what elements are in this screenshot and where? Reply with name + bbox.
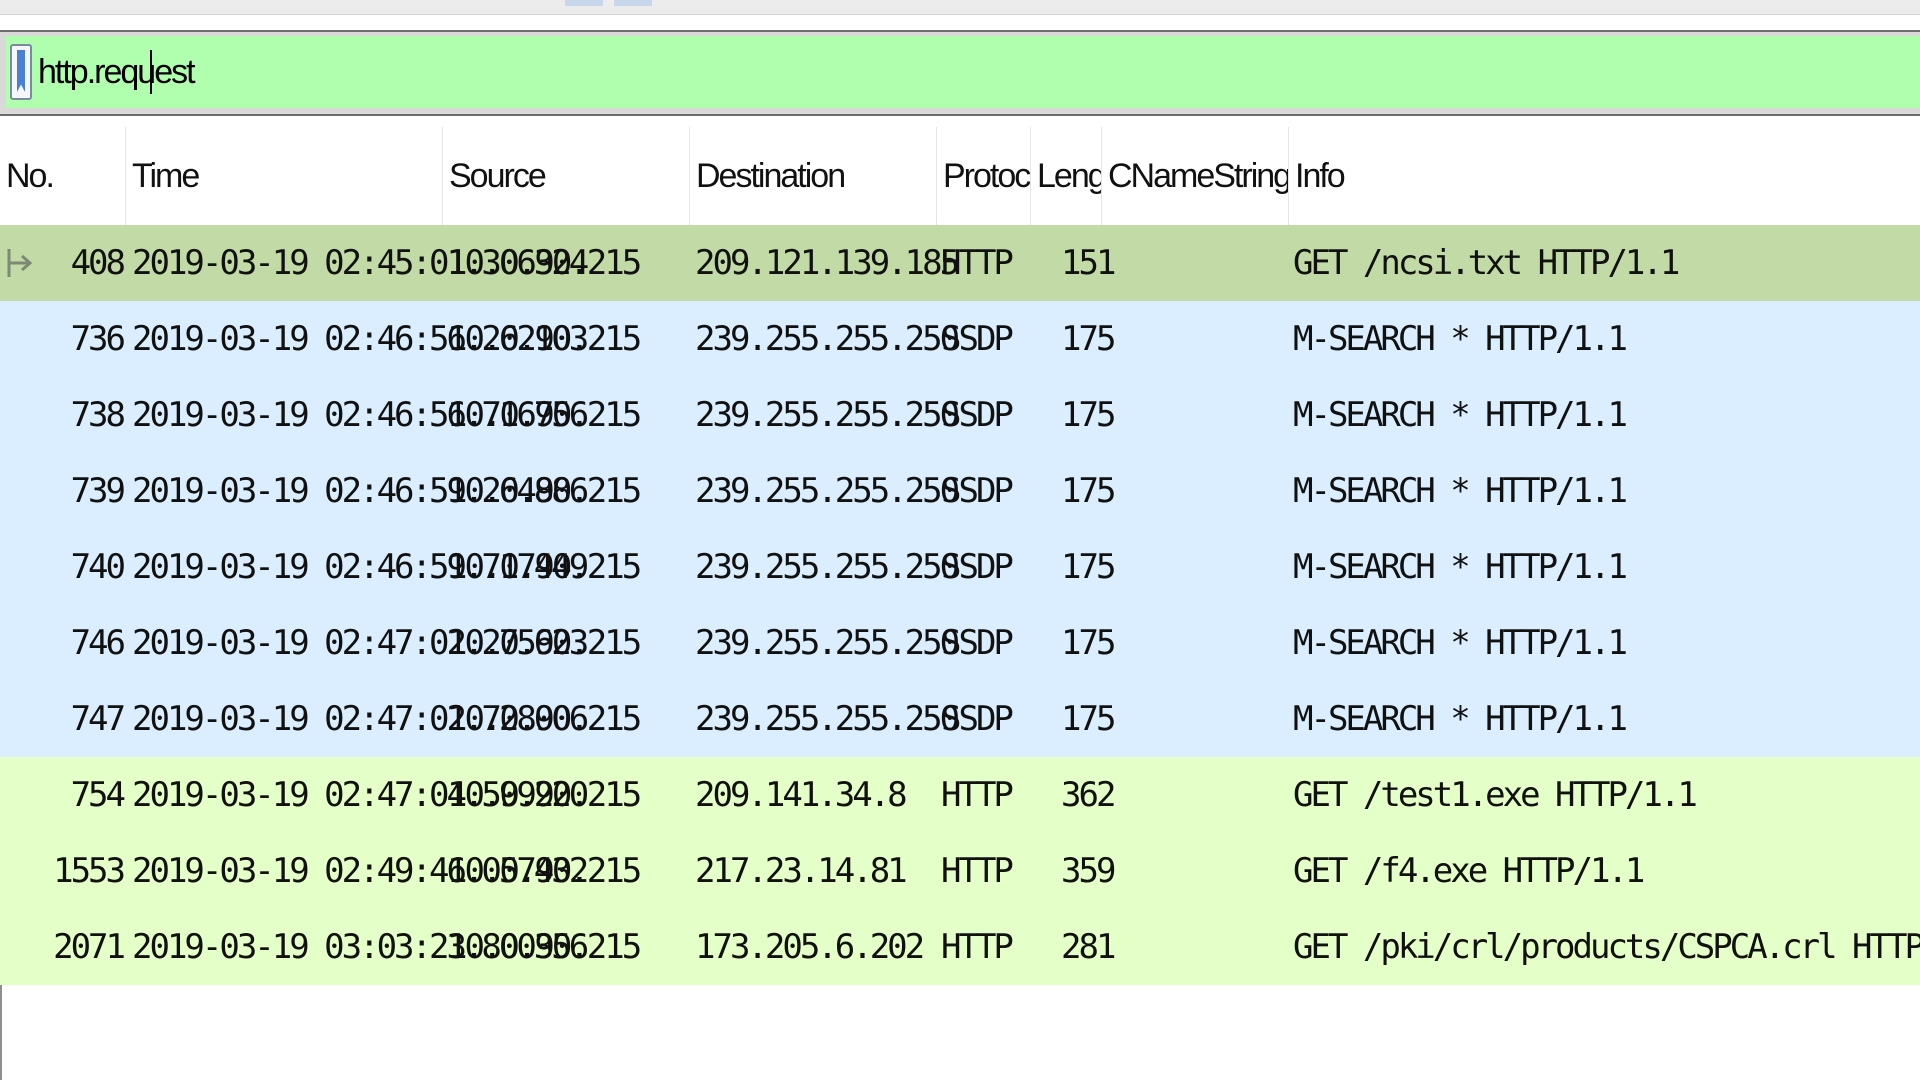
cell-length: 175 — [1061, 699, 1116, 739]
packet-row[interactable]: 738 2019-03-19 02:46:56.716756 10.0.90.215… — [0, 377, 1920, 453]
column-header-protocol[interactable]: Protocol — [937, 127, 1031, 225]
packet-row[interactable]: 740 2019-03-19 02:46:59.717449 10.0.90.215… — [0, 529, 1920, 605]
cell-source: 10.0.90.215 — [447, 775, 642, 815]
cell-destination: 239.255.255.250 — [695, 547, 960, 587]
packet-row[interactable]: 2071 2019-03-19 03:03:23.800356 10.0.90.21… — [0, 909, 1920, 985]
column-header-length[interactable]: Length — [1031, 127, 1102, 225]
cell-length: 359 — [1061, 851, 1116, 891]
packet-row[interactable]: 408 2019-03-19 02:45:01.306324 10.0.90.215… — [0, 225, 1920, 301]
packet-row[interactable]: 739 2019-03-19 02:46:59.264886 10.0.90.215… — [0, 453, 1920, 529]
cell-protocol: SSDP — [941, 395, 1014, 435]
cell-no: 746 — [70, 623, 126, 663]
cell-destination: 239.255.255.250 — [695, 319, 960, 359]
cell-info: M-SEARCH * HTTP/1.1 — [1293, 319, 1628, 359]
cell-protocol: HTTP — [941, 243, 1014, 283]
cell-protocol: SSDP — [941, 547, 1014, 587]
cell-protocol: SSDP — [941, 699, 1014, 739]
cell-length: 175 — [1061, 319, 1116, 359]
cell-source: 10.0.90.215 — [447, 623, 642, 663]
cell-no: 747 — [70, 699, 126, 739]
display-filter-input[interactable] — [38, 44, 1898, 100]
cell-source: 10.0.90.215 — [447, 927, 642, 967]
cell-destination: 239.255.255.250 — [695, 623, 960, 663]
cell-protocol: SSDP — [941, 319, 1014, 359]
cell-length: 175 — [1061, 623, 1116, 663]
bookmark-icon[interactable] — [10, 44, 32, 100]
cell-protocol: HTTP — [941, 927, 1014, 967]
cell-destination: 239.255.255.250 — [695, 395, 960, 435]
display-filter-bar — [6, 36, 1920, 108]
cell-info: M-SEARCH * HTTP/1.1 — [1293, 395, 1628, 435]
column-header-info[interactable]: Info — [1289, 127, 1920, 225]
packet-row[interactable]: 736 2019-03-19 02:46:56.262103 10.0.90.215… — [0, 301, 1920, 377]
cell-length: 175 — [1061, 395, 1116, 435]
cell-source: 10.0.90.215 — [447, 851, 642, 891]
cell-length: 281 — [1061, 927, 1116, 967]
column-header-destination[interactable]: Destination — [690, 127, 937, 225]
cell-no: 738 — [70, 395, 126, 435]
cell-protocol: HTTP — [941, 851, 1014, 891]
cell-destination: 209.121.139.185 — [695, 243, 960, 283]
cell-protocol: HTTP — [941, 775, 1014, 815]
cell-no: 739 — [70, 471, 126, 511]
cell-destination: 239.255.255.250 — [695, 699, 960, 739]
cell-length: 151 — [1061, 243, 1116, 283]
cell-no: 2071 — [53, 927, 126, 967]
toolbar-button[interactable] — [565, 0, 603, 6]
cell-source: 10.0.90.215 — [447, 547, 642, 587]
cell-info: GET /test1.exe HTTP/1.1 — [1293, 775, 1698, 815]
cell-info: M-SEARCH * HTTP/1.1 — [1293, 547, 1628, 587]
column-header-source[interactable]: Source — [443, 127, 690, 225]
cell-protocol: SSDP — [941, 471, 1014, 511]
column-header-cnamestring[interactable]: CNameString — [1102, 127, 1289, 225]
cell-destination: 173.205.6.202 — [695, 927, 925, 967]
cell-source: 10.0.90.215 — [447, 395, 642, 435]
cell-info: M-SEARCH * HTTP/1.1 — [1293, 471, 1628, 511]
column-header-no[interactable]: No. — [0, 127, 126, 225]
cell-protocol: SSDP — [941, 623, 1014, 663]
toolbar-button[interactable] — [614, 0, 652, 6]
cell-source: 10.0.90.215 — [447, 319, 642, 359]
cell-length: 362 — [1061, 775, 1116, 815]
cell-length: 175 — [1061, 547, 1116, 587]
packet-row[interactable]: 747 2019-03-19 02:47:02.728006 10.0.90.215… — [0, 681, 1920, 757]
cell-info: GET /pki/crl/products/CSPCA.crl HTTP/1.1 — [1293, 927, 1920, 967]
cell-no: 1553 — [53, 851, 126, 891]
cell-source: 10.0.90.215 — [447, 699, 642, 739]
text-caret — [150, 50, 152, 94]
cell-info: GET /f4.exe HTTP/1.1 — [1293, 851, 1645, 891]
cell-length: 175 — [1061, 471, 1116, 511]
packet-row[interactable]: 754 2019-03-19 02:47:04.599220 10.0.90.215… — [0, 757, 1920, 833]
packet-list-header: No. Time Source Destination Protocol Len… — [0, 127, 1920, 226]
cell-no: 754 — [70, 775, 126, 815]
cell-source: 10.0.90.215 — [447, 243, 642, 283]
cell-no: 740 — [70, 547, 126, 587]
packet-row[interactable]: 746 2019-03-19 02:47:02.275623 10.0.90.215… — [0, 605, 1920, 681]
cell-destination: 209.141.34.8 — [695, 775, 908, 815]
cell-no: 408 — [70, 243, 126, 283]
cell-no: 736 — [70, 319, 126, 359]
cell-source: 10.0.90.215 — [447, 471, 642, 511]
cell-info: GET /ncsi.txt HTTP/1.1 — [1293, 243, 1680, 283]
column-header-time[interactable]: Time — [126, 127, 443, 225]
cell-destination: 217.23.14.81 — [695, 851, 908, 891]
related-packet-arrow-icon — [7, 249, 33, 277]
cell-info: M-SEARCH * HTTP/1.1 — [1293, 623, 1628, 663]
cell-destination: 239.255.255.250 — [695, 471, 960, 511]
title-strip — [0, 0, 1920, 15]
cell-info: M-SEARCH * HTTP/1.1 — [1293, 699, 1628, 739]
packet-row[interactable]: 1553 2019-03-19 02:49:46.057432 10.0.90.21… — [0, 833, 1920, 909]
